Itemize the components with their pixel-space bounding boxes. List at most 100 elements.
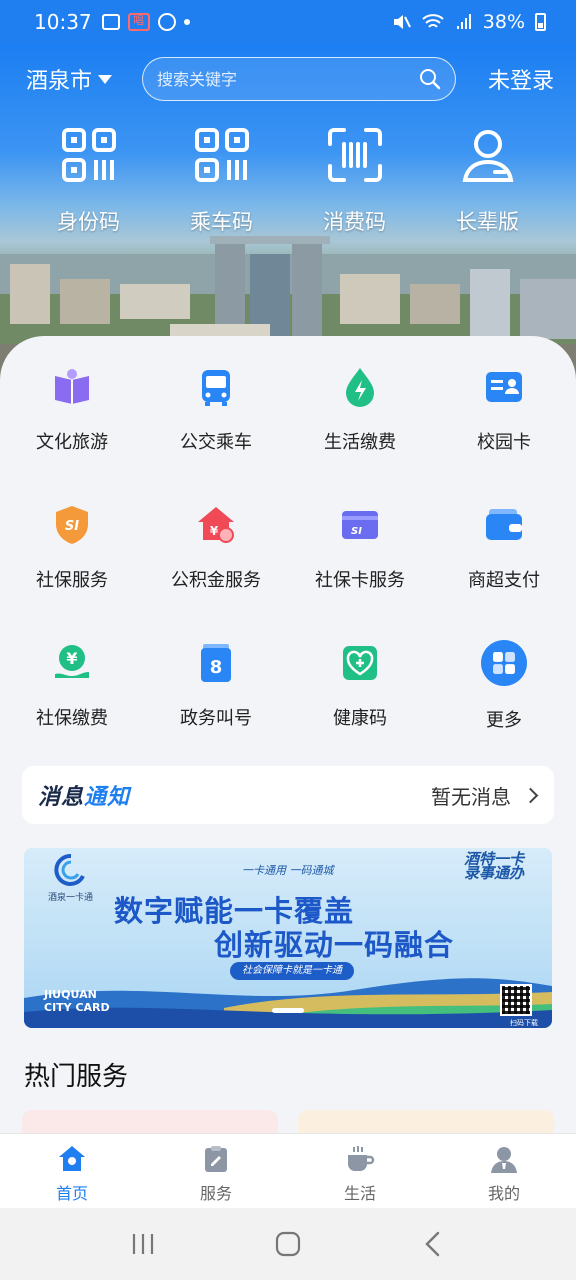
service-health-code[interactable]: 健康码 [288, 642, 432, 740]
coffee-cup-icon [348, 1146, 375, 1171]
music-app-notification-icon: 唱 [127, 13, 150, 31]
city-card-logo-icon [54, 853, 85, 886]
queue-ticket-icon: 8 [201, 644, 231, 682]
banner-logo-text: 酒泉一卡通 [48, 893, 94, 903]
clipboard-icon [205, 1146, 227, 1172]
battery-icon [535, 13, 546, 31]
social-security-shield-icon: SI [56, 506, 88, 544]
service-label: 社保服务 [36, 570, 108, 591]
image-notification-icon [101, 14, 120, 30]
recent-apps-button[interactable] [123, 1224, 163, 1264]
service-government-queue[interactable]: 8 政务叫号 [144, 642, 288, 740]
bottom-nav: 首页 服务 生活 我的 [0, 1133, 576, 1208]
quick-code-label: 长辈版 [456, 210, 519, 234]
search-icon[interactable] [419, 68, 441, 90]
service-label: 商超支付 [468, 570, 540, 591]
service-label: 社保卡服务 [315, 570, 405, 591]
svg-text:SI: SI [65, 519, 79, 534]
quick-code-label: 乘车码 [190, 210, 253, 234]
service-label: 社保缴费 [36, 708, 108, 729]
service-label: 政务叫号 [180, 708, 252, 729]
profile-icon [491, 1147, 517, 1173]
nav-life[interactable]: 生活 [288, 1134, 432, 1208]
sync-notification-icon [157, 13, 176, 31]
nav-label: 生活 [343, 1184, 376, 1203]
service-culture-tourism[interactable]: 文化旅游 [0, 366, 144, 464]
scan-icon [327, 128, 382, 182]
back-chevron-icon [425, 1231, 440, 1257]
status-bar: 10:37 唱 38% [0, 0, 576, 44]
service-housing-fund[interactable]: ¥ 公积金服务 [144, 504, 288, 602]
elder-user-icon [462, 130, 513, 182]
service-label: 文化旅游 [36, 432, 108, 453]
notice-title: 消息通知 [38, 785, 131, 810]
search-bar[interactable] [142, 57, 456, 101]
quick-code-elder[interactable]: 长辈版 [421, 126, 554, 236]
qr-code-icon [194, 128, 249, 182]
service-campus-card[interactable]: 校园卡 [432, 366, 576, 464]
top-bar: 酒泉市 未登录 [0, 57, 576, 101]
nav-profile[interactable]: 我的 [432, 1134, 576, 1208]
nav-label: 我的 [487, 1184, 520, 1203]
quick-code-label: 身份码 [57, 210, 120, 234]
service-label: 健康码 [333, 708, 387, 729]
banner-brand: JIUQUAN CITY CARD [44, 988, 110, 1014]
housing-fund-icon: ¥ [198, 507, 234, 543]
svg-text:¥: ¥ [66, 649, 77, 668]
nav-label: 服务 [199, 1184, 232, 1203]
search-input[interactable] [157, 69, 419, 89]
yuan-payment-icon: ¥ [55, 645, 89, 678]
nav-label: 首页 [55, 1184, 88, 1203]
battery-percent: 38% [482, 11, 525, 33]
city-selector[interactable]: 酒泉市 [26, 63, 136, 95]
banner-tagline: 一卡通用 一码通城 [242, 864, 334, 877]
social-security-card-icon: SI [342, 511, 378, 539]
wallet-icon [486, 509, 522, 540]
home-icon [59, 1146, 85, 1171]
message-notice-bar[interactable]: 消息通知 暂无消息 [22, 766, 554, 824]
signal-icon [456, 14, 471, 29]
grid-more-icon [481, 640, 527, 686]
banner-corner-slogan: 酒特一卡 录事通办 [464, 850, 525, 882]
svg-text:¥: ¥ [210, 524, 219, 538]
utility-drop-icon [346, 368, 374, 407]
recent-apps-icon [132, 1234, 153, 1254]
service-social-security-payment[interactable]: ¥ 社保缴费 [0, 642, 144, 740]
service-more[interactable]: 更多 [432, 640, 576, 740]
service-utility-payment[interactable]: 生活缴费 [288, 366, 432, 464]
promo-banner[interactable]: 酒泉一卡通 一卡通用 一码通城 酒特一卡 录事通办 数字赋能一卡覆盖 创新驱动一… [24, 848, 552, 1028]
banner-qr-code [500, 984, 532, 1016]
city-name: 酒泉市 [26, 69, 93, 94]
service-label: 公积金服务 [171, 570, 261, 591]
id-card-icon [486, 372, 522, 402]
more-notifications-dot-icon [183, 19, 190, 25]
service-social-security-card[interactable]: SI 社保卡服务 [288, 504, 432, 602]
hot-services-title: 热门服务 [24, 1062, 129, 1092]
qr-code-icon [61, 128, 116, 182]
service-label: 校园卡 [477, 432, 531, 453]
nav-home[interactable]: 首页 [0, 1134, 144, 1208]
svg-text:SI: SI [351, 526, 362, 537]
chevron-right-icon [522, 787, 539, 803]
service-label: 公交乘车 [180, 432, 252, 453]
service-supermarket-pay[interactable]: 商超支付 [432, 504, 576, 602]
main-panel: 文化旅游 公交乘车 生活缴费 校园卡 SI 社保服务 ¥ 公积金服务 SI 社保… [0, 336, 576, 1150]
quick-code-payment[interactable]: 消费码 [288, 126, 421, 236]
banner-qr-caption: 扫码下载 [510, 1019, 538, 1027]
service-social-security[interactable]: SI 社保服务 [0, 504, 144, 602]
login-link[interactable]: 未登录 [488, 63, 554, 95]
home-button[interactable] [268, 1224, 308, 1264]
nav-services[interactable]: 服务 [144, 1134, 288, 1208]
quick-code-identity[interactable]: 身份码 [22, 126, 155, 236]
back-button[interactable] [413, 1224, 453, 1264]
status-system-icons: 38% [391, 11, 546, 33]
service-label: 生活缴费 [324, 432, 396, 453]
home-square-icon [275, 1231, 301, 1257]
service-bus[interactable]: 公交乘车 [144, 366, 288, 464]
notice-status: 暂无消息 [431, 784, 511, 809]
banner-headline-2: 创新驱动一码融合 [214, 928, 455, 962]
caret-down-icon [98, 74, 113, 84]
quick-code-transit[interactable]: 乘车码 [155, 126, 288, 236]
quick-codes-row: 身份码 乘车码 消费码 长辈版 [22, 126, 554, 236]
carousel-indicator [272, 1008, 304, 1013]
